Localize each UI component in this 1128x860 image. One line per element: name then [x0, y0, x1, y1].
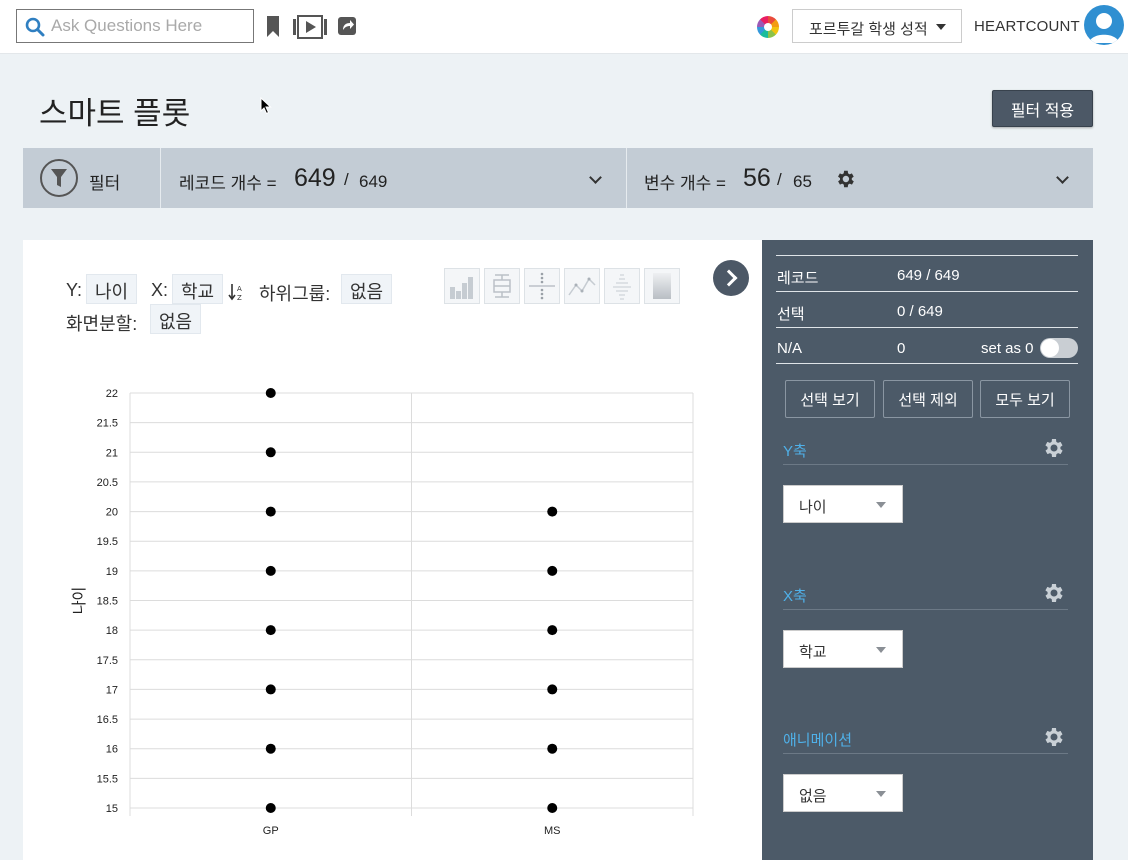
- y-tick-label: 18: [106, 625, 118, 637]
- x-tick-label: MS: [544, 825, 561, 837]
- variables-total: 65: [793, 172, 812, 191]
- y-tick-label: 15: [106, 803, 118, 815]
- data-point: [547, 565, 558, 576]
- data-point: [547, 803, 558, 813]
- gear-icon[interactable]: [1041, 725, 1065, 749]
- records-total: 649: [359, 172, 388, 191]
- dataset-name: 포르투갈 학생 성적: [809, 21, 928, 38]
- y-axis-title: Y축: [783, 443, 807, 460]
- records-key: 레코드: [777, 270, 819, 287]
- y-tick-label: 21: [106, 447, 118, 459]
- variables-separator: /: [777, 170, 782, 189]
- share-icon[interactable]: [337, 15, 357, 37]
- chevron-down-icon: [1056, 171, 1069, 184]
- x-tick-label: GP: [263, 825, 279, 837]
- gear-icon[interactable]: [1041, 581, 1065, 605]
- search-input[interactable]: [51, 14, 247, 38]
- animation-select[interactable]: 없음: [783, 774, 903, 812]
- top-bar: 포르투갈 학생 성적 HEARTCOUNT: [0, 0, 1128, 54]
- x-axis-select-value: 학교: [799, 644, 827, 661]
- bookmark-icon[interactable]: [266, 15, 280, 39]
- caret-down-icon: [936, 24, 946, 30]
- gear-icon[interactable]: [1041, 436, 1065, 460]
- caret-down-icon: [876, 502, 886, 508]
- animation-title: 애니메이션: [783, 732, 853, 749]
- data-point: [265, 743, 276, 754]
- na-value: 0: [897, 340, 906, 357]
- data-point: [265, 447, 276, 458]
- x-axis-title: X축: [783, 588, 807, 605]
- y-tick-label: 18.5: [97, 596, 118, 608]
- filter-bar: 필터 레코드 개수 = 649 / 649 변수 개수 = 56 / 65: [23, 148, 1093, 208]
- y-tick-label: 15.5: [97, 773, 118, 785]
- data-point: [547, 625, 558, 636]
- brand-name: HEARTCOUNT: [974, 18, 1080, 35]
- show-selected-button[interactable]: 선택 보기: [785, 380, 875, 418]
- data-point: [547, 506, 558, 517]
- chart-panel: Y: 나이 X: 학교 A Z 하위그룹: 없음 화면분할: 없음 15 15.…: [23, 240, 762, 860]
- search-icon: [25, 17, 45, 37]
- exclude-selected-button[interactable]: 선택 제외: [883, 380, 973, 418]
- data-point: [265, 506, 276, 517]
- dataset-select[interactable]: 포르투갈 학생 성적: [792, 9, 962, 43]
- gear-icon[interactable]: [834, 168, 856, 190]
- caret-down-icon: [876, 647, 886, 653]
- set-as-zero-label: set as 0: [981, 340, 1034, 357]
- records-dropdown[interactable]: 레코드 개수 = 649 / 649: [161, 148, 626, 208]
- selected-value: 0 / 649: [897, 303, 943, 320]
- y-tick-label: 19: [106, 566, 118, 578]
- na-key: N/A: [777, 340, 803, 357]
- data-point: [547, 684, 558, 695]
- records-separator: /: [344, 170, 349, 189]
- variables-selected: 56: [743, 164, 771, 192]
- color-palette-icon[interactable]: [757, 16, 779, 38]
- records-value: 649 / 649: [897, 267, 960, 284]
- y-axis-label: 나이: [71, 587, 88, 615]
- y-tick-label: 16: [106, 744, 118, 756]
- scatter-plot[interactable]: 15 15.5 16 16.5 17 17.5 18 18.5 19 19.5 20 20.5 21 21…: [23, 240, 762, 860]
- data-point: [547, 743, 558, 754]
- variables-label: 변수 개수 =: [644, 174, 726, 193]
- set-as-zero-toggle[interactable]: [1040, 338, 1078, 358]
- y-tick-label: 16.5: [97, 714, 118, 726]
- y-tick-label: 20.5: [97, 477, 118, 489]
- y-axis-select[interactable]: 나이: [783, 485, 903, 523]
- y-tick-label: 20: [106, 507, 118, 519]
- records-label: 레코드 개수 =: [179, 174, 277, 193]
- show-all-button[interactable]: 모두 보기: [980, 380, 1070, 418]
- page-title: 스마트 플롯: [39, 96, 191, 131]
- records-selected: 649: [294, 164, 336, 192]
- apply-filter-button[interactable]: 필터 적용: [992, 90, 1093, 127]
- y-tick-label: 17: [106, 684, 118, 696]
- y-axis-select-value: 나이: [799, 499, 827, 516]
- x-axis-select[interactable]: 학교: [783, 630, 903, 668]
- caret-down-icon: [876, 791, 886, 797]
- user-avatar[interactable]: [1084, 5, 1124, 45]
- y-tick-label: 22: [106, 388, 118, 400]
- play-slides-icon[interactable]: [292, 15, 328, 39]
- y-tick-label: 17.5: [97, 655, 118, 667]
- user-icon: [1089, 13, 1119, 43]
- search-box[interactable]: [16, 9, 254, 43]
- data-point: [265, 388, 276, 398]
- funnel-icon: [40, 159, 78, 197]
- y-tick-label: 19.5: [97, 536, 118, 548]
- mouse-cursor-icon: [260, 97, 272, 115]
- data-point: [265, 684, 276, 695]
- filter-label: 필터: [89, 174, 121, 193]
- selected-key: 선택: [777, 306, 805, 323]
- filter-toggle[interactable]: 필터: [23, 148, 160, 208]
- chevron-down-icon: [589, 171, 602, 184]
- selection-panel: 레코드 649 / 649 선택 0 / 649 N/A 0 set as 0 …: [762, 240, 1093, 860]
- data-point: [265, 803, 276, 813]
- data-point: [265, 625, 276, 636]
- data-point: [265, 565, 276, 576]
- y-tick-label: 21.5: [97, 418, 118, 430]
- animation-select-value: 없음: [799, 788, 827, 805]
- variables-dropdown[interactable]: 변수 개수 = 56 / 65: [627, 148, 1093, 208]
